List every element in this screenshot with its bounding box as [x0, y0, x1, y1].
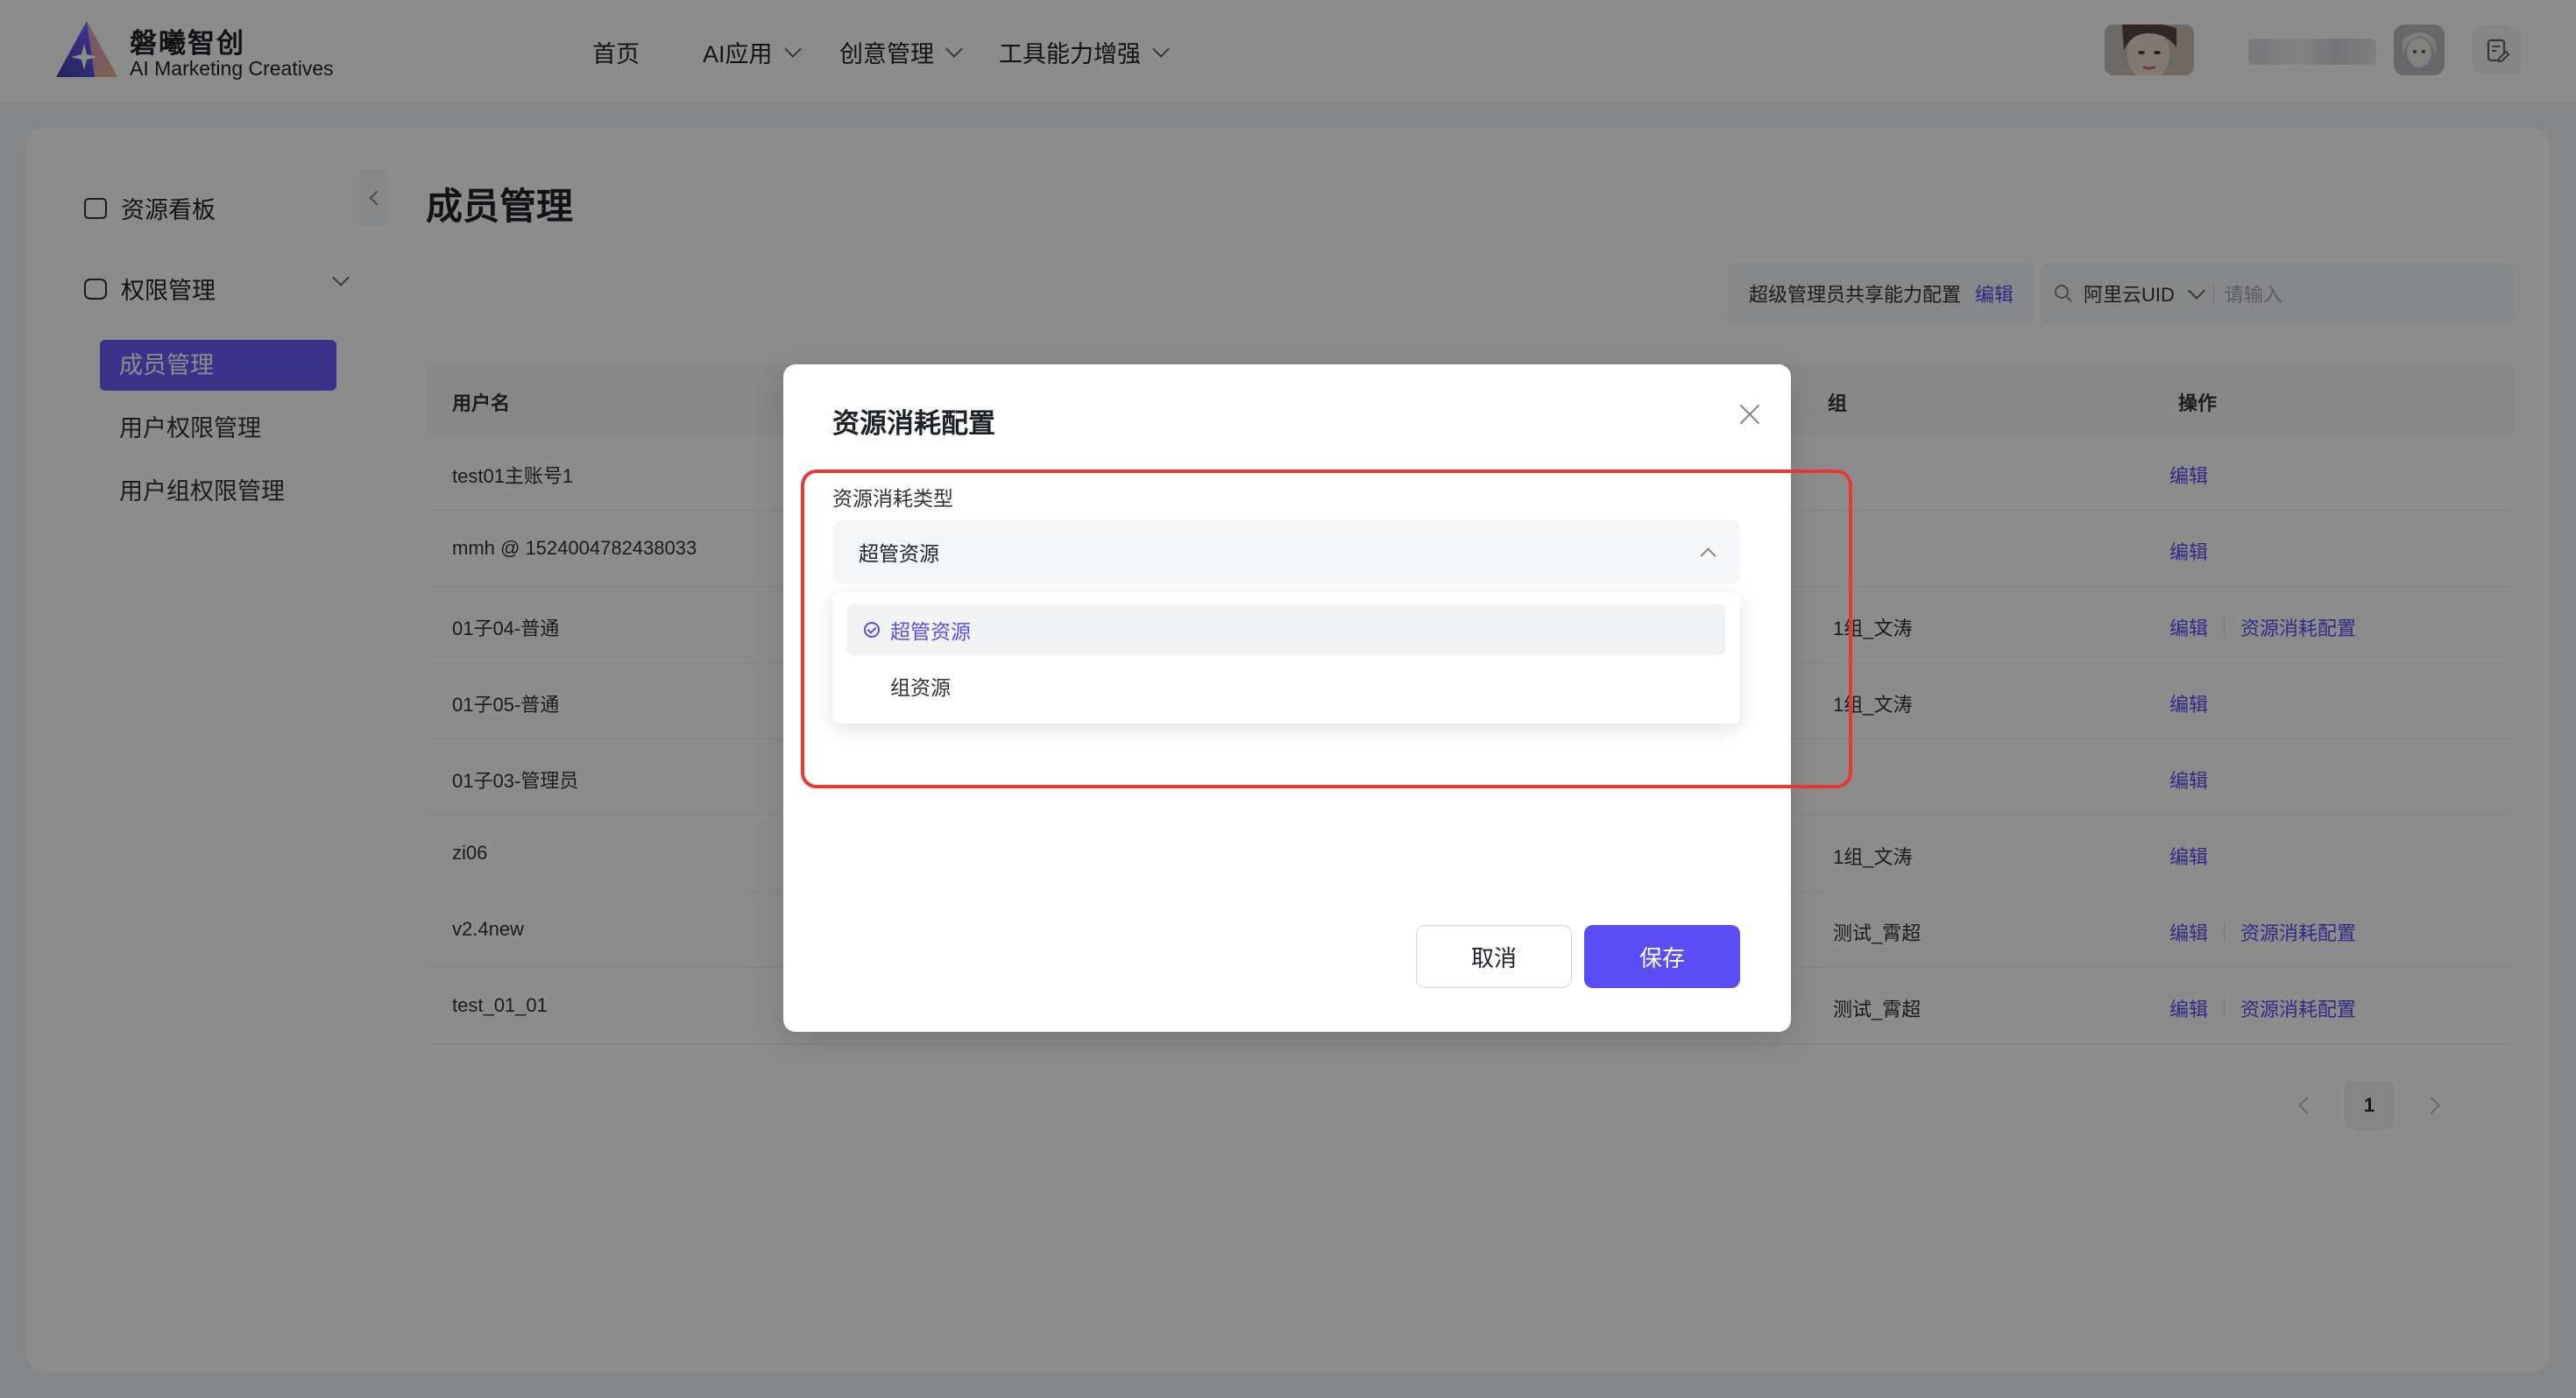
close-icon[interactable] [1735, 399, 1765, 429]
highlight-annotation-frame [801, 470, 1852, 788]
save-button[interactable]: 保存 [1584, 925, 1740, 988]
cancel-button[interactable]: 取消 [1416, 925, 1572, 988]
dialog-title: 资源消耗配置 [832, 408, 995, 439]
